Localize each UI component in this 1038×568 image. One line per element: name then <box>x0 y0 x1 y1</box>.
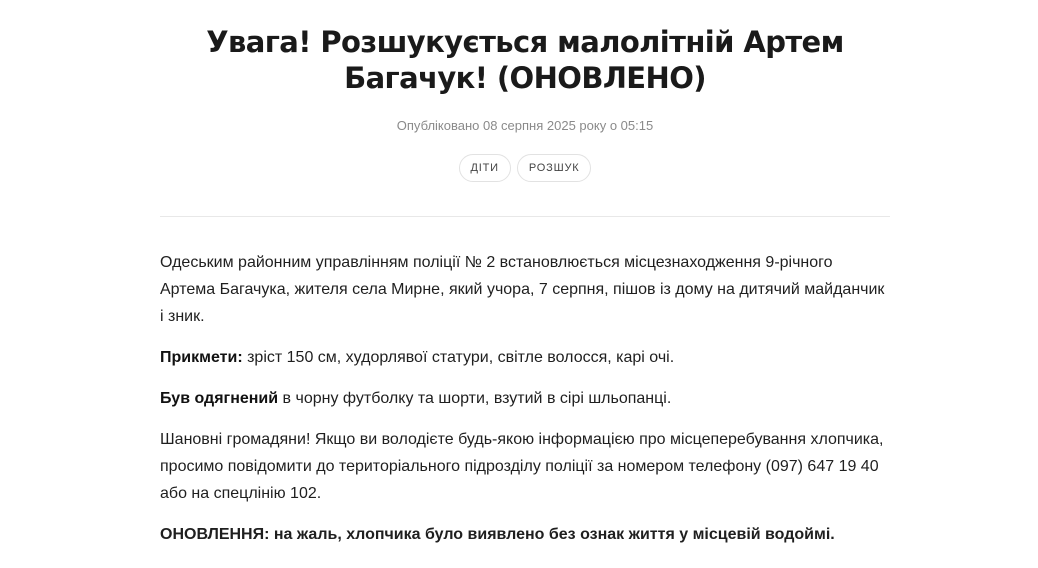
tag-search[interactable]: РОЗШУК <box>516 154 592 182</box>
article: Увага! Розшукується малолітній Артем Баг… <box>160 0 890 562</box>
update-text: на жаль, хлопчика було виявлено без озна… <box>269 526 835 543</box>
signs-text: зріст 150 см, худорлявої статури, світле… <box>242 349 675 366</box>
publish-date: Опубліковано 08 серпня 2025 року о 05:15 <box>396 118 654 133</box>
paragraph-clothing: Був одягнений в чорну футболку та шорти,… <box>160 385 890 412</box>
article-body: Одеським районним управлінням поліції № … <box>160 249 890 548</box>
clothing-label: Був одягнений <box>160 390 279 407</box>
signs-label: Прикмети: <box>160 349 243 366</box>
article-title: Увага! Розшукується малолітній Артем Баг… <box>206 25 844 95</box>
divider <box>160 216 890 217</box>
paragraph-update: ОНОВЛЕННЯ: на жаль, хлопчика було виявле… <box>160 521 890 548</box>
paragraph-appeal: Шановні громадяни! Якщо ви володієте буд… <box>160 431 884 502</box>
clothing-text: в чорну футболку та шорти, взутий в сірі… <box>278 390 672 407</box>
update-label: ОНОВЛЕННЯ: <box>160 526 270 543</box>
paragraph-signs: Прикмети: зріст 150 см, худорлявої стату… <box>160 344 890 371</box>
tag-list: ДІТИ РОЗШУК <box>160 154 890 182</box>
paragraph-intro: Одеським районним управлінням поліції № … <box>160 254 885 325</box>
tag-children[interactable]: ДІТИ <box>458 154 511 182</box>
